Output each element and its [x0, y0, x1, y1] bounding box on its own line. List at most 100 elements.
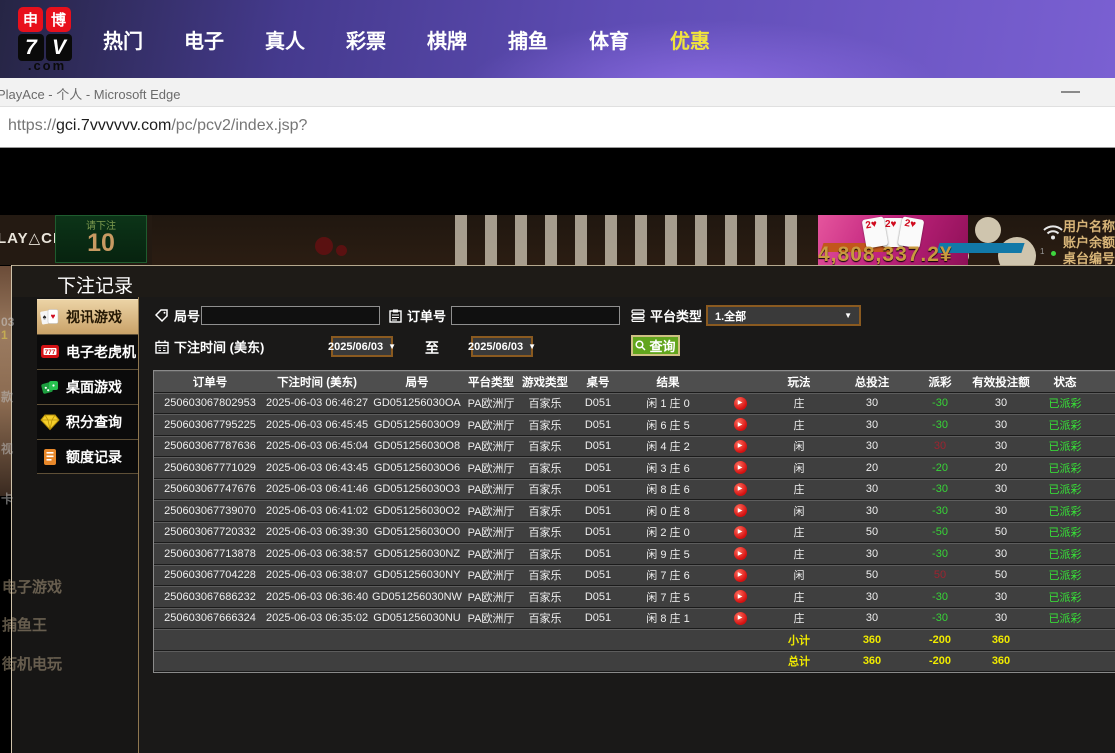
- nav-item-sports[interactable]: 体育: [589, 25, 629, 54]
- cell-play: 庄: [766, 417, 832, 433]
- decor-circle: [336, 245, 347, 256]
- cell-valid: 30: [968, 440, 1034, 452]
- cell-time: 2025-06-03 06:46:27: [266, 397, 368, 409]
- casino-background-strip: LAY△CE 请下注 10 2♥2♥2♥ 4,808,337.2¥ 1 用户名称…: [0, 215, 1115, 265]
- column-header-table: 桌号: [574, 374, 622, 390]
- cell-table: D051: [574, 483, 622, 495]
- column-header-valid: 有效投注额: [968, 374, 1034, 390]
- minimize-button[interactable]: [1061, 91, 1080, 93]
- replay-play-icon[interactable]: ▶: [734, 418, 747, 431]
- replay-play-icon[interactable]: ▶: [734, 547, 747, 560]
- cell-game: 百家乐: [516, 481, 574, 497]
- date-from-select[interactable]: 2025/06/03 ▼: [331, 336, 393, 357]
- sidebar-item-slot-machines[interactable]: 777电子老虎机: [37, 334, 138, 369]
- cell-round: GD051256030O3: [368, 483, 466, 495]
- site-logo[interactable]: 申 博 7 V .com: [18, 7, 76, 73]
- cell-order: 250603067720332: [154, 526, 266, 538]
- cell-platform: PA欧洲厅: [466, 610, 516, 626]
- cell-payout: 50: [912, 569, 968, 581]
- cell-table: D051: [574, 440, 622, 452]
- decor-circle: [975, 217, 1001, 243]
- column-header-payout: 派彩: [912, 374, 968, 390]
- url-path: /pc/pcv2/index.jsp?: [171, 117, 307, 134]
- grandtotal-row-payout: -200: [912, 655, 968, 667]
- background-fragment: 视: [1, 440, 13, 457]
- cell-time: 2025-06-03 06:39:30: [266, 526, 368, 538]
- logo-badge-2: 博: [46, 7, 71, 32]
- online-dot: [1051, 251, 1056, 256]
- cell-order: 250603067771029: [154, 462, 266, 474]
- nav-item-promo[interactable]: 优惠: [670, 25, 710, 54]
- url-text[interactable]: https://gci.7vvvvvv.com/pc/pcv2/index.js…: [8, 117, 307, 135]
- cell-time: 2025-06-03 06:38:07: [266, 569, 368, 581]
- cell-round: GD051256030NW: [368, 591, 466, 603]
- sidebar-item-label: 额度记录: [66, 447, 122, 467]
- logo-char-7: 7: [18, 34, 44, 61]
- replay-play-icon[interactable]: ▶: [734, 440, 747, 453]
- cell-result: 闲 8 庄 1: [622, 610, 714, 626]
- cell-game: 百家乐: [516, 524, 574, 540]
- nav-item-lottery[interactable]: 彩票: [346, 25, 386, 54]
- svg-text:777: 777: [45, 349, 56, 356]
- calendar-icon: [155, 340, 169, 354]
- round-number-input[interactable]: [201, 306, 380, 325]
- search-icon: [635, 340, 646, 351]
- cell-platform: PA欧洲厅: [466, 503, 516, 519]
- order-number-input[interactable]: [451, 306, 620, 325]
- replay-play-icon[interactable]: ▶: [734, 590, 747, 603]
- cell-status: 已派彩: [1034, 546, 1096, 562]
- column-header-extra: 游: [1096, 374, 1115, 390]
- replay-play-icon[interactable]: ▶: [734, 526, 747, 539]
- modal-sidebar-menu: ♥♠视讯游戏777电子老虎机桌面游戏积分查询额度记录: [37, 299, 138, 474]
- nav-item-slots[interactable]: 电子: [184, 25, 224, 54]
- replay-play-icon[interactable]: ▶: [734, 612, 747, 625]
- cell-total: 30: [832, 591, 912, 603]
- cell-play: 庄: [766, 546, 832, 562]
- clipboard-icon: [389, 309, 402, 323]
- bet-timer-value: 10: [56, 232, 146, 254]
- cell-result: 闲 9 庄 5: [622, 546, 714, 562]
- user-info-block: 用户名称: 40 账户余额: 6.1 桌台编号: 百: [1063, 219, 1115, 265]
- chevron-down-icon: ▼: [844, 311, 852, 320]
- replay-play-icon[interactable]: ▶: [734, 397, 747, 410]
- replay-play-icon[interactable]: ▶: [734, 461, 747, 474]
- cell-payout: -50: [912, 526, 968, 538]
- cell-play: 闲: [766, 438, 832, 454]
- platform-type-select[interactable]: 1.全部 ▼: [706, 305, 861, 326]
- date-from-value: 2025/06/03: [328, 341, 383, 353]
- cell-platform: PA欧洲厅: [466, 481, 516, 497]
- nav-item-hot[interactable]: 热门: [103, 25, 143, 54]
- cell-game: 百家乐: [516, 460, 574, 476]
- date-to-select[interactable]: 2025/06/03 ▼: [471, 336, 533, 357]
- replay-play-icon[interactable]: ▶: [734, 569, 747, 582]
- cell-time: 2025-06-03 06:45:45: [266, 419, 368, 431]
- nav-item-chess[interactable]: 棋牌: [427, 25, 467, 54]
- cell-replay: ▶: [714, 397, 766, 410]
- cell-status: 已派彩: [1034, 438, 1096, 454]
- cell-round: GD051256030O6: [368, 462, 466, 474]
- logo-char-v: V: [46, 34, 72, 61]
- address-bar[interactable]: https://gci.7vvvvvv.com/pc/pcv2/index.js…: [0, 107, 1115, 148]
- sidebar-item-quota-records[interactable]: 额度记录: [37, 439, 138, 474]
- column-header-total: 总投注: [832, 374, 912, 390]
- cell-replay: ▶: [714, 612, 766, 625]
- replay-play-icon[interactable]: ▶: [734, 483, 747, 496]
- sidebar-item-points-query[interactable]: 积分查询: [37, 404, 138, 439]
- column-header-play: 玩法: [766, 374, 832, 390]
- nav-item-live[interactable]: 真人: [265, 25, 305, 54]
- cell-play: 庄: [766, 524, 832, 540]
- order-number-label: 订单号: [389, 306, 446, 325]
- cell-replay: ▶: [714, 418, 766, 431]
- cards-icon: ♥♠: [40, 307, 60, 327]
- sidebar-item-video-games[interactable]: ♥♠视讯游戏: [37, 299, 153, 334]
- cell-total: 30: [832, 397, 912, 409]
- cell-payout: -30: [912, 548, 968, 560]
- search-button[interactable]: 查询: [631, 335, 680, 356]
- round-number-label: 局号: [155, 306, 200, 325]
- cell-game: 百家乐: [516, 567, 574, 583]
- cell-game: 百家乐: [516, 589, 574, 605]
- sidebar-item-table-games[interactable]: 桌面游戏: [37, 369, 138, 404]
- nav-item-fishing[interactable]: 捕鱼: [508, 25, 548, 54]
- replay-play-icon[interactable]: ▶: [734, 504, 747, 517]
- dice-icon: [40, 377, 60, 397]
